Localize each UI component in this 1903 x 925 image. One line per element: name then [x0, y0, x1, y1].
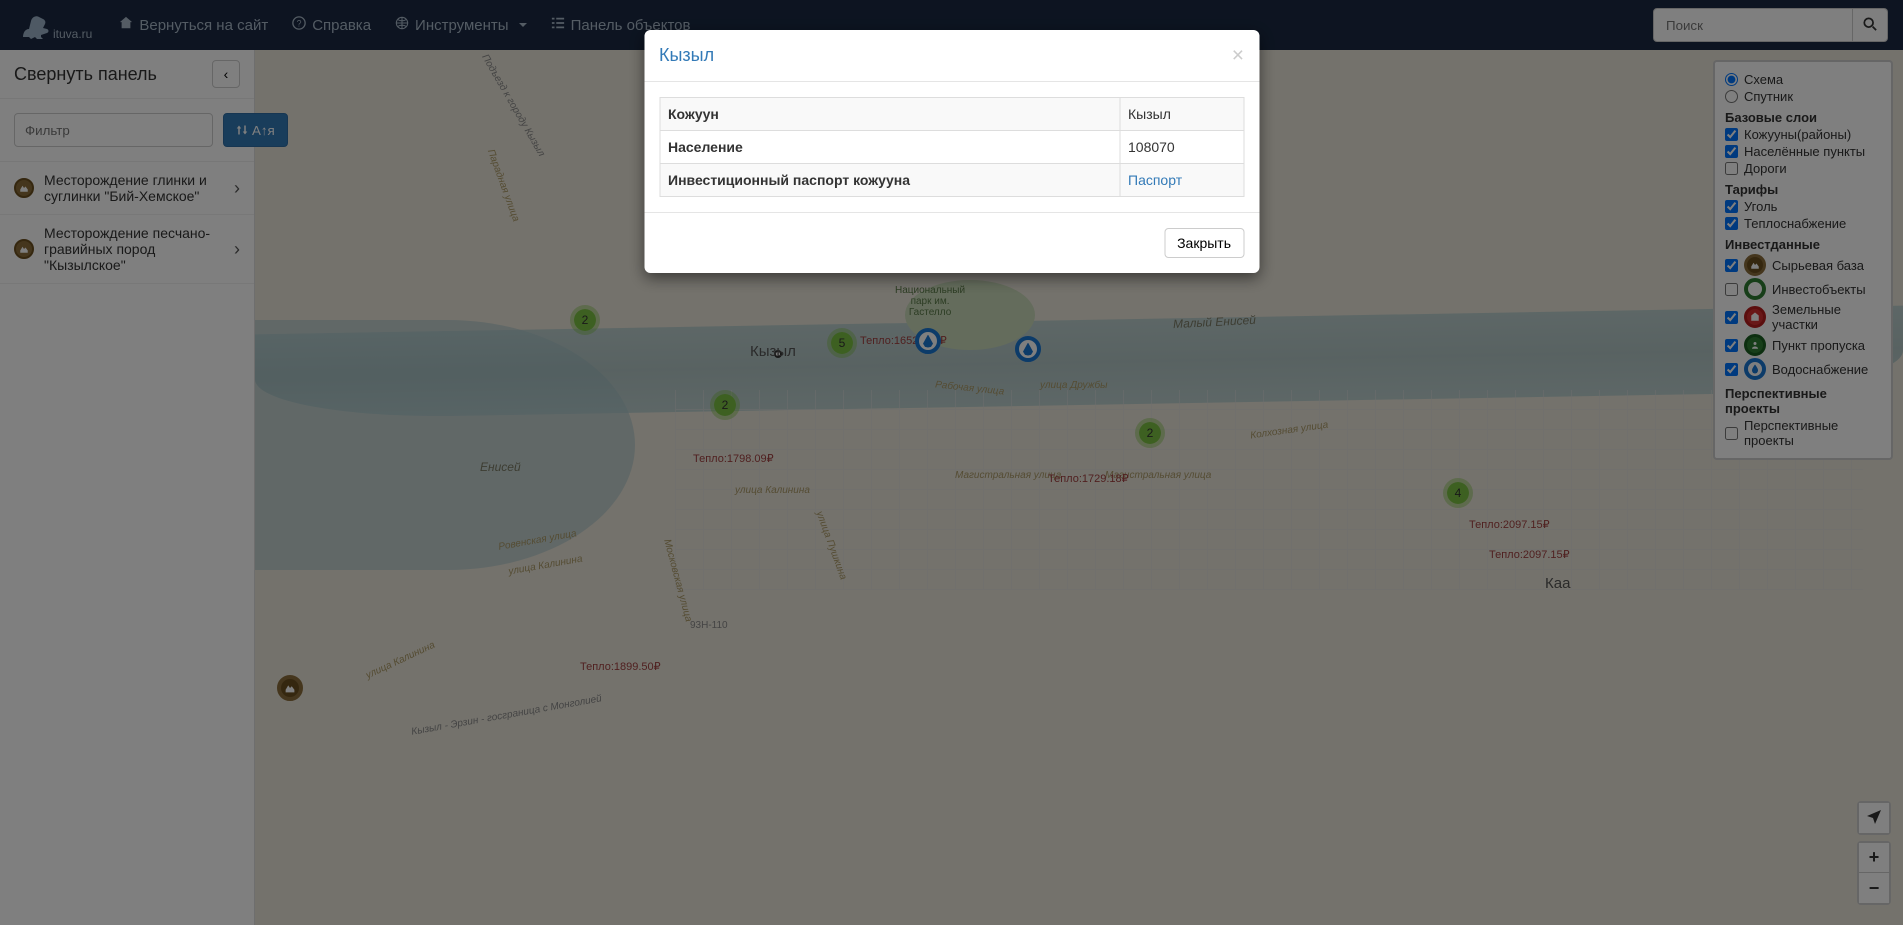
table-row: Население108070 [660, 131, 1244, 164]
cell-label: Население [660, 131, 1120, 164]
close-icon: × [1232, 44, 1244, 67]
cell-label: Инвестиционный паспорт кожууна [660, 164, 1120, 197]
cell-value: Паспорт [1120, 164, 1244, 197]
table-row: КожуунКызыл [660, 98, 1244, 131]
table-row: Инвестиционный паспорт кожууна Паспорт [660, 164, 1244, 197]
modal-footer: Закрыть [644, 212, 1259, 273]
cell-value: Кызыл [1120, 98, 1244, 131]
cell-label: Кожуун [660, 98, 1120, 131]
modal-title: Кызыл [659, 45, 714, 66]
modal-close-footer-button[interactable]: Закрыть [1164, 228, 1244, 258]
modal-body: КожуунКызыл Население108070 Инвестиционн… [644, 82, 1259, 212]
modal-table: КожуунКызыл Население108070 Инвестиционн… [659, 97, 1244, 197]
cell-value: 108070 [1120, 131, 1244, 164]
modal-close-button[interactable]: × [1232, 45, 1244, 66]
modal-header: Кызыл × [644, 30, 1259, 82]
modal-title-link[interactable]: Кызыл [659, 45, 714, 65]
modal-dialog: Кызыл × КожуунКызыл Население108070 Инве… [644, 30, 1259, 273]
passport-link[interactable]: Паспорт [1128, 172, 1182, 188]
